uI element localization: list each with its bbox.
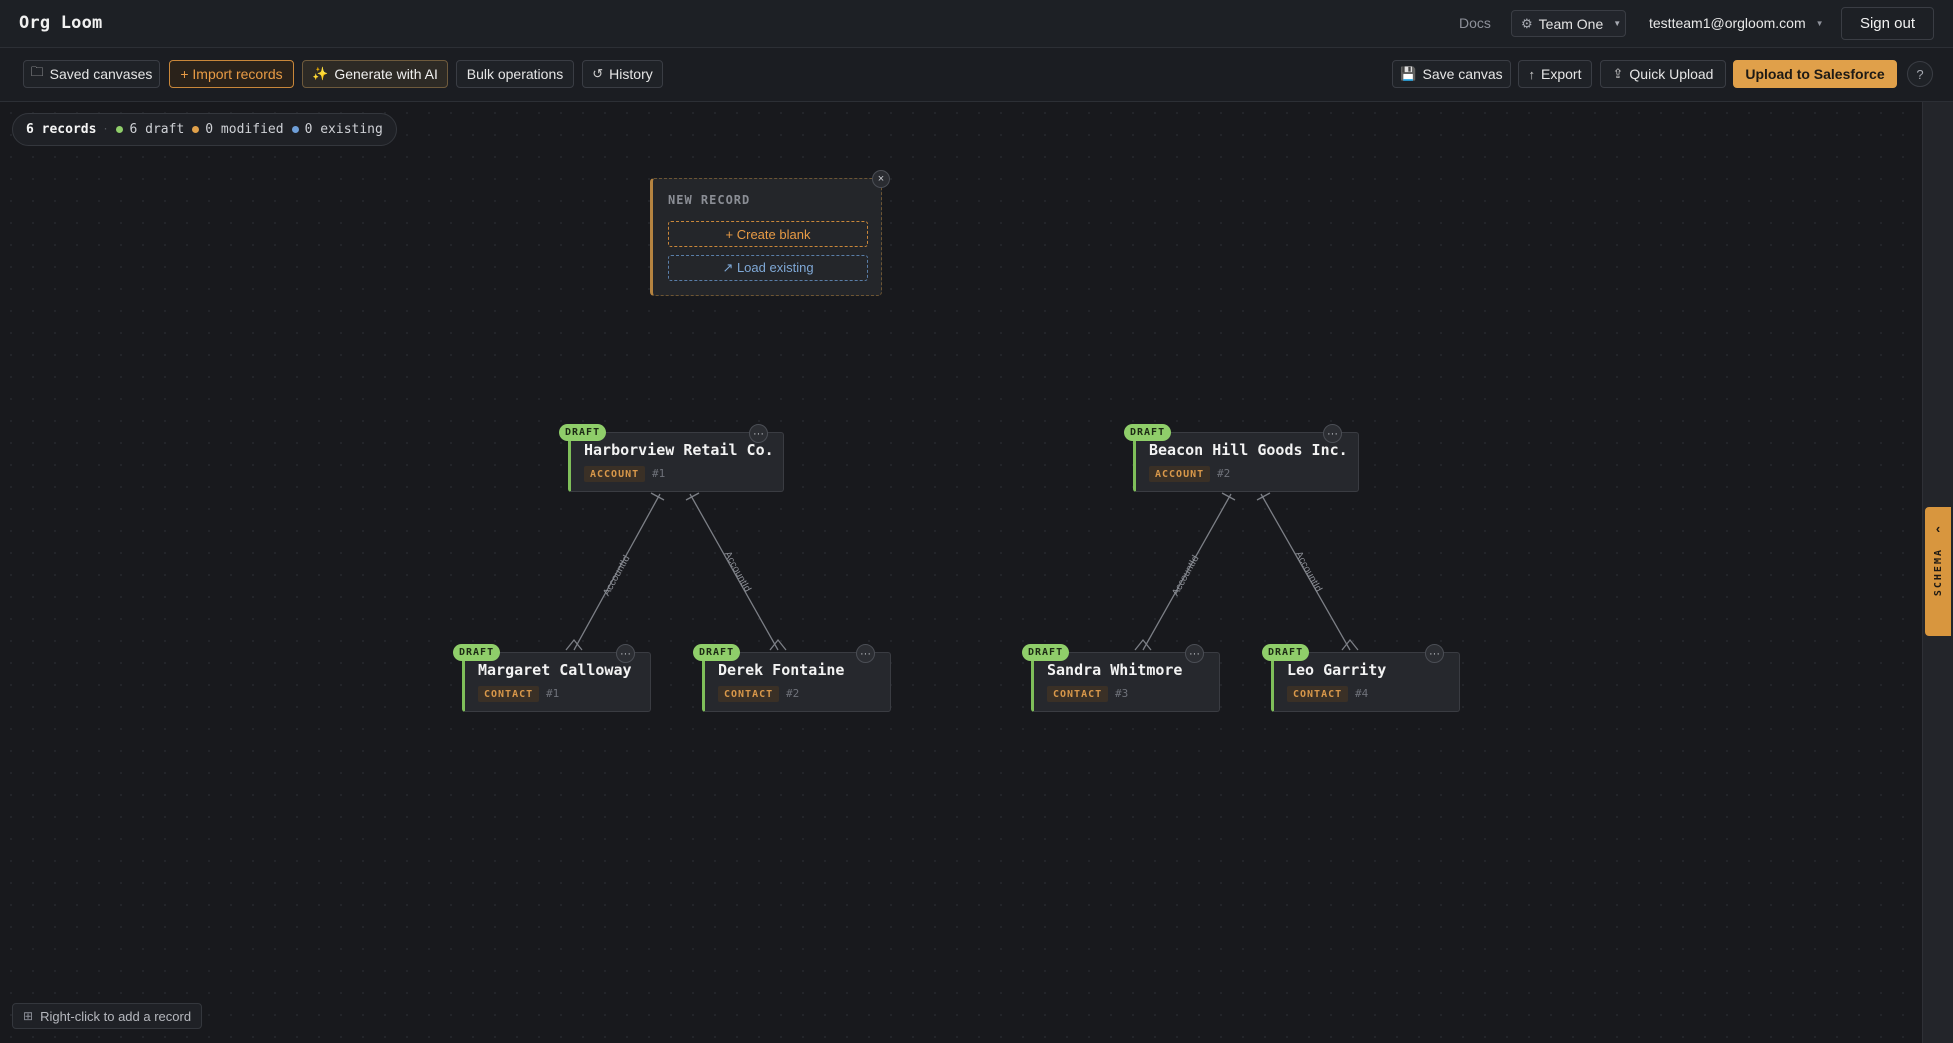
caret-down-icon: ▼ <box>1815 18 1824 28</box>
record-stats: 6 records · 6 draft 0 modified 0 existin… <box>12 113 397 146</box>
schema-tab-label: SCHEMA <box>1932 548 1944 597</box>
separator-dot: · <box>102 124 109 135</box>
export-label: Export <box>1541 66 1582 82</box>
upload-icon: ⇪ <box>1612 66 1624 81</box>
help-button[interactable]: ? <box>1907 61 1933 87</box>
existing-dot-icon <box>291 126 299 133</box>
record-number: #1 <box>652 467 666 480</box>
quick-upload-label: Quick Upload <box>1629 66 1714 82</box>
status-badge: DRAFT <box>559 424 607 441</box>
record-number: #1 <box>546 687 560 700</box>
new-record-popover: NEW RECORD + Create blank ↗ Load existin… <box>650 170 890 296</box>
status-badge: DRAFT <box>453 644 501 661</box>
record-type-badge: ACCOUNT <box>584 466 646 482</box>
caret-down-icon: ▼ <box>1613 19 1622 28</box>
history-label: History <box>609 66 653 82</box>
draft-count: 6 draft <box>129 122 185 137</box>
record-type-badge: CONTACT <box>1287 686 1349 702</box>
record-node[interactable]: Sandra Whitmore CONTACT #3 DRAFT ··· <box>1022 644 1220 712</box>
canvas-hint-label: Right-click to add a record <box>40 1008 192 1024</box>
generate-with-ai-label: Generate with AI <box>334 66 438 82</box>
more-options-icon[interactable]: ··· <box>1425 644 1444 663</box>
record-type-badge: CONTACT <box>1047 686 1109 702</box>
new-record-title: NEW RECORD <box>668 193 751 207</box>
toolbar: 🗀 Saved canvases + Import records ✨ Gene… <box>0 48 1953 102</box>
record-name: Leo Garrity <box>1287 661 1387 679</box>
record-type-badge: CONTACT <box>718 686 780 702</box>
record-number: #3 <box>1115 687 1129 700</box>
record-node[interactable]: Margaret Calloway CONTACT #1 DRAFT ··· <box>453 644 651 712</box>
status-badge: DRAFT <box>1262 644 1310 661</box>
more-options-icon[interactable]: ··· <box>749 424 768 443</box>
canvas-hint: ⊞ Right-click to add a record <box>12 1003 203 1029</box>
modified-count: 0 modified <box>205 122 284 137</box>
app-header: Org Loom Docs ⚙ Team One ▼ testteam1@org… <box>0 0 1953 48</box>
record-node[interactable]: Beacon Hill Goods Inc. ACCOUNT #2 DRAFT … <box>1124 424 1359 492</box>
more-options-icon[interactable]: ··· <box>1323 424 1342 443</box>
status-badge: DRAFT <box>693 644 741 661</box>
record-number: #2 <box>786 687 800 700</box>
generate-with-ai-button[interactable]: ✨ Generate with AI <box>302 60 448 88</box>
history-icon: ↺ <box>592 66 604 81</box>
saved-canvases-button[interactable]: 🗀 Saved canvases <box>23 60 160 88</box>
docs-link[interactable]: Docs <box>1459 15 1491 31</box>
record-number: #2 <box>1217 467 1231 480</box>
gear-icon: ⚙ <box>1521 15 1533 31</box>
export-button[interactable]: ↑ Export <box>1518 60 1592 88</box>
create-blank-button[interactable]: + Create blank <box>668 221 868 247</box>
folder-icon: 🗀 <box>30 64 44 79</box>
grid-icon: ⊞ <box>23 1009 34 1023</box>
more-options-icon[interactable]: ··· <box>1185 644 1204 663</box>
export-icon: ↑ <box>1528 66 1536 82</box>
user-email: testteam1@orgloom.com <box>1649 15 1806 31</box>
record-type-badge: ACCOUNT <box>1149 466 1211 482</box>
record-node[interactable]: Leo Garrity CONTACT #4 DRAFT ··· <box>1262 644 1460 712</box>
save-icon: 💾 <box>1400 66 1417 81</box>
bulk-operations-button[interactable]: Bulk operations <box>456 60 574 88</box>
record-node[interactable]: Harborview Retail Co. ACCOUNT #1 DRAFT ·… <box>559 424 784 492</box>
more-options-icon[interactable]: ··· <box>616 644 635 663</box>
modified-dot-icon <box>192 126 200 133</box>
record-name: Margaret Calloway <box>478 661 632 679</box>
status-badge: DRAFT <box>1124 424 1172 441</box>
quick-upload-button[interactable]: ⇪ Quick Upload <box>1600 60 1726 88</box>
record-name: Sandra Whitmore <box>1047 661 1183 679</box>
schema-tab[interactable]: ‹ SCHEMA <box>1925 507 1951 636</box>
upload-to-salesforce-button[interactable]: Upload to Salesforce <box>1733 60 1897 88</box>
history-button[interactable]: ↺ History <box>582 60 663 88</box>
app-logo[interactable]: Org Loom <box>19 13 102 33</box>
close-icon[interactable]: × <box>872 170 890 188</box>
canvas[interactable] <box>0 102 1922 1043</box>
record-name: Harborview Retail Co. <box>584 441 774 459</box>
team-select-label: Team One <box>1538 15 1604 32</box>
user-menu[interactable]: testteam1@orgloom.com ▼ <box>1649 15 1824 31</box>
team-select[interactable]: ⚙ Team One ▼ <box>1511 10 1626 37</box>
record-type-badge: CONTACT <box>478 686 540 702</box>
sign-out-button[interactable]: Sign out <box>1841 7 1934 40</box>
load-existing-button[interactable]: ↗ Load existing <box>668 255 868 281</box>
saved-canvases-label: Saved canvases <box>49 66 153 82</box>
more-options-icon[interactable]: ··· <box>856 644 875 663</box>
chevron-left-icon: ‹ <box>1935 521 1941 536</box>
record-number: #4 <box>1355 687 1369 700</box>
draft-dot-icon <box>116 126 124 133</box>
record-name: Derek Fontaine <box>718 661 845 679</box>
existing-count: 0 existing <box>304 122 383 137</box>
save-canvas-label: Save canvas <box>1422 66 1503 82</box>
record-node[interactable]: Derek Fontaine CONTACT #2 DRAFT ··· <box>693 644 891 712</box>
sparkle-icon: ✨ <box>312 66 329 81</box>
import-records-button[interactable]: + Import records <box>169 60 294 88</box>
record-count: 6 records <box>26 122 97 137</box>
record-name: Beacon Hill Goods Inc. <box>1149 441 1348 459</box>
save-canvas-button[interactable]: 💾 Save canvas <box>1392 60 1511 88</box>
status-badge: DRAFT <box>1022 644 1070 661</box>
